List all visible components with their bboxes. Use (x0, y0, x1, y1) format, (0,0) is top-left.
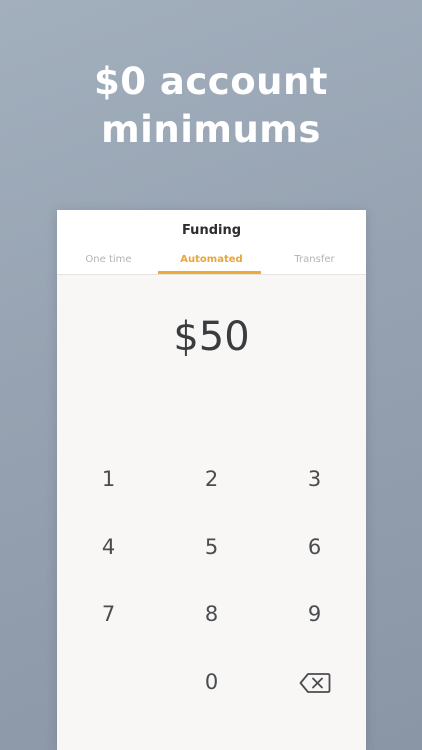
tab-transfer[interactable]: Transfer (263, 254, 366, 265)
card-title: Funding (181, 223, 242, 238)
keypad-key-3[interactable]: 3 (263, 454, 366, 504)
amount-display: $50 (173, 314, 250, 360)
backspace-button[interactable] (263, 657, 366, 707)
keypad-key-9[interactable]: 9 (263, 589, 366, 639)
keypad-key-1[interactable]: 1 (57, 454, 160, 504)
keypad-key-7[interactable]: 7 (57, 589, 160, 639)
headline: $0 account minimums (0, 58, 422, 154)
keypad-key-2[interactable]: 2 (160, 454, 263, 504)
headline-line-2: minimums (101, 108, 321, 151)
keypad-key-5[interactable]: 5 (160, 522, 263, 572)
tab-automated[interactable]: Automated (160, 254, 263, 265)
funding-card: Funding One time Automated Transfer $50 … (57, 210, 366, 750)
keypad-key-0[interactable]: 0 (160, 657, 263, 707)
tab-one-time[interactable]: One time (57, 254, 160, 265)
keypad-key-8[interactable]: 8 (160, 589, 263, 639)
active-tab-indicator (158, 271, 261, 274)
card-header: Funding One time Automated Transfer (57, 210, 366, 275)
keypad-key-4[interactable]: 4 (57, 522, 160, 572)
headline-line-1: $0 account (94, 60, 328, 103)
keypad-key-6[interactable]: 6 (263, 522, 366, 572)
backspace-icon (299, 673, 330, 693)
